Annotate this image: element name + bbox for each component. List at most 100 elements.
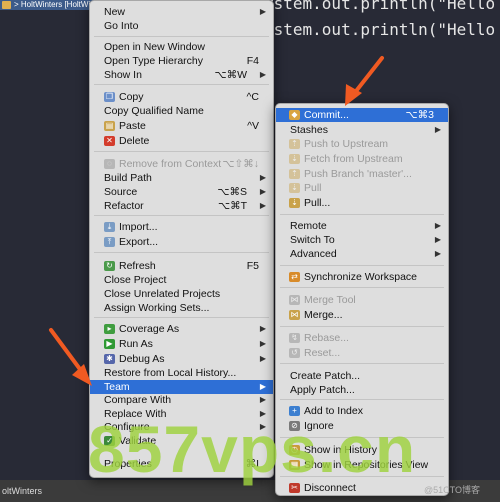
menu-item-label: Refresh	[119, 260, 156, 272]
menu-item-compare-with[interactable]: Compare With ▶	[90, 393, 273, 407]
menu-item-source[interactable]: Source ⌥⌘S ▶	[90, 185, 273, 199]
shortcut-label: ⌥⇧⌘↓	[222, 158, 259, 170]
menu-item-label: Apply Patch...	[290, 384, 355, 396]
pull-icon: ⇣	[289, 183, 300, 193]
menu-item-label: Delete	[119, 135, 150, 147]
pull-dialog-icon: ⇣	[289, 198, 300, 208]
run-icon: ▶	[104, 339, 115, 349]
team-item-pull[interactable]: ⇣ Pull	[276, 181, 448, 195]
menu-item-label: Copy Qualified Name	[104, 105, 204, 117]
team-item-commit[interactable]: ◆ Commit... ⌥⌘3	[276, 108, 448, 123]
menu-item-export[interactable]: ⤒ Export...	[90, 235, 273, 249]
shortcut-label: ⌥⌘S	[217, 186, 247, 198]
menu-separator	[94, 151, 269, 152]
submenu-arrow-icon: ▶	[259, 339, 266, 348]
team-item-disconnect[interactable]: ✂ Disconnect	[276, 481, 448, 495]
team-item-apply-patch[interactable]: Apply Patch...	[276, 383, 448, 397]
team-item-show-in-history[interactable]: ◷ Show in History	[276, 443, 448, 457]
team-item-add-to-index[interactable]: + Add to Index	[276, 404, 448, 418]
menu-item-label: Close Project	[104, 274, 167, 286]
menu-item-run-as[interactable]: ▶ Run As ▶	[90, 337, 273, 351]
menu-item-import[interactable]: ⤓ Import...	[90, 220, 273, 234]
menu-item-open-type-hierarchy[interactable]: Open Type Hierarchy F4	[90, 54, 273, 68]
menu-item-label: Synchronize Workspace	[304, 271, 418, 283]
validate-icon: ✓	[104, 436, 115, 446]
menu-item-assign-working-sets[interactable]: Assign Working Sets...	[90, 301, 273, 315]
team-item-pull[interactable]: ⇣ Pull...	[276, 196, 448, 210]
menu-item-label: Push to Upstream	[304, 138, 389, 150]
menu-item-label: Pull...	[304, 197, 331, 209]
menu-item-coverage-as[interactable]: ▸ Coverage As ▶	[90, 322, 273, 336]
menu-item-configure[interactable]: Configure ▶	[90, 420, 273, 434]
menu-item-label: Show in Repositories View	[304, 459, 429, 471]
menu-item-refresh[interactable]: ↻ Refresh F5	[90, 259, 273, 273]
menu-item-debug-as[interactable]: ✱ Debug As ▶	[90, 352, 273, 366]
menu-separator	[94, 215, 269, 216]
menu-item-remove-from-context[interactable]: ◌ Remove from Context ⌥⇧⌘↓	[90, 157, 273, 171]
menu-item-label: Coverage As	[119, 323, 180, 335]
team-item-push-to-upstream[interactable]: ⇡ Push to Upstream	[276, 137, 448, 151]
menu-item-label: Show In	[104, 69, 142, 81]
menu-separator	[94, 317, 269, 318]
menu-separator	[280, 214, 444, 215]
team-item-stashes[interactable]: Stashes ▶	[276, 123, 448, 137]
team-item-switch-to[interactable]: Switch To ▶	[276, 233, 448, 247]
team-item-remote[interactable]: Remote ▶	[276, 219, 448, 233]
code-line-2: ystem.out.println("Hello 苹	[264, 20, 500, 39]
menu-item-label: Ignore	[304, 420, 334, 432]
menu-item-paste[interactable]: ▤ Paste ^V	[90, 119, 273, 133]
shortcut-label: F5	[246, 260, 259, 272]
menu-item-show-in[interactable]: Show In ⌥⌘W ▶	[90, 68, 273, 82]
menu-item-label: Compare With	[104, 394, 172, 406]
import-icon: ⤓	[104, 222, 115, 232]
team-item-create-patch[interactable]: Create Patch...	[276, 369, 448, 383]
menu-item-delete[interactable]: ✕ Delete	[90, 134, 273, 148]
add-index-icon: +	[289, 406, 300, 416]
menu-item-label: Create Patch...	[290, 370, 361, 382]
team-item-push-branch-master[interactable]: ⇡ Push Branch 'master'...	[276, 167, 448, 181]
shortcut-label: ^V	[247, 120, 259, 132]
menu-item-build-path[interactable]: Build Path ▶	[90, 171, 273, 185]
team-item-synchronize-workspace[interactable]: ⇄ Synchronize Workspace	[276, 270, 448, 284]
submenu-arrow-icon: ▶	[259, 422, 266, 431]
menu-item-validate[interactable]: ✓ Validate	[90, 434, 273, 448]
menu-item-open-in-new-window[interactable]: Open in New Window	[90, 40, 273, 54]
team-item-ignore[interactable]: ⊘ Ignore	[276, 419, 448, 433]
team-item-merge-tool[interactable]: ⋈ Merge Tool	[276, 293, 448, 307]
team-submenu: ◆ Commit... ⌥⌘3 Stashes ▶ ⇡ Push to Upstream ⇣ F…	[275, 103, 449, 496]
submenu-arrow-icon: ▶	[259, 395, 266, 404]
team-item-fetch-from-upstream[interactable]: ⇣ Fetch from Upstream	[276, 152, 448, 166]
paste-icon: ▤	[104, 121, 115, 131]
menu-item-close-unrelated-projects[interactable]: Close Unrelated Projects	[90, 287, 273, 301]
menu-item-label: Commit...	[304, 109, 349, 121]
team-item-reset[interactable]: ↺ Reset...	[276, 346, 448, 360]
menu-item-properties[interactable]: Properties ⌘I	[90, 457, 273, 471]
shortcut-label: ^C	[246, 91, 259, 103]
menu-separator	[280, 399, 444, 400]
history-icon: ◷	[289, 445, 300, 455]
team-item-advanced[interactable]: Advanced ▶	[276, 247, 448, 261]
menu-separator	[280, 287, 444, 288]
menu-item-new[interactable]: New ▶	[90, 5, 273, 19]
menu-item-label: Debug As	[119, 353, 165, 365]
menu-item-label: Disconnect	[304, 482, 356, 494]
team-item-merge[interactable]: ⋈ Merge...	[276, 308, 448, 322]
shortcut-label: ⌥⌘W	[214, 69, 247, 81]
team-item-rebase[interactable]: ↯ Rebase...	[276, 331, 448, 345]
menu-item-go-into[interactable]: Go Into	[90, 19, 273, 33]
menu-item-refactor[interactable]: Refactor ⌥⌘T ▶	[90, 199, 273, 213]
menu-item-label: Restore from Local History...	[104, 367, 237, 379]
menu-item-restore-from-local-history[interactable]: Restore from Local History...	[90, 366, 273, 380]
menu-item-label: Close Unrelated Projects	[104, 288, 221, 300]
menu-separator	[280, 363, 444, 364]
team-item-show-in-repositories-view[interactable]: ▦ Show in Repositories View	[276, 458, 448, 472]
menu-item-close-project[interactable]: Close Project	[90, 273, 273, 287]
menu-separator	[94, 84, 269, 85]
merge-tool-icon: ⋈	[289, 295, 300, 305]
menu-item-copy-qualified-name[interactable]: Copy Qualified Name	[90, 104, 273, 118]
menu-item-label: Switch To	[290, 234, 335, 246]
coverage-icon: ▸	[104, 324, 115, 334]
submenu-arrow-icon: ▶	[434, 221, 441, 230]
menu-item-copy[interactable]: ❐ Copy ^C	[90, 90, 273, 104]
submenu-arrow-icon: ▶	[259, 7, 266, 16]
